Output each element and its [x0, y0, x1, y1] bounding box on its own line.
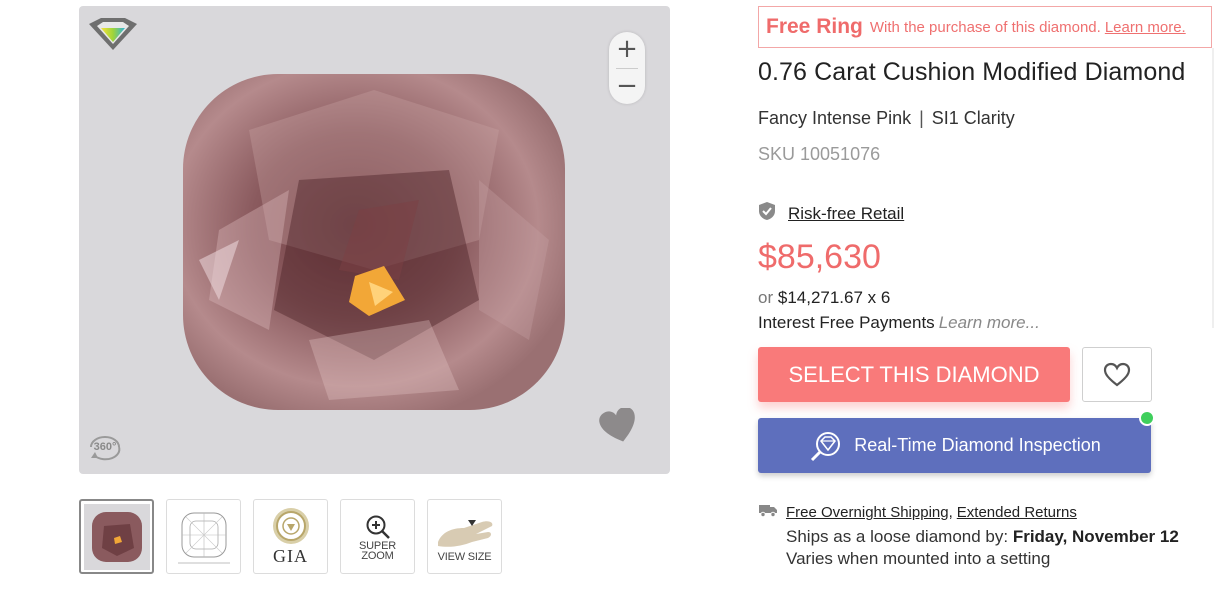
installment-amount: $14,271.67 x 6 — [777, 288, 891, 307]
extended-returns-link[interactable]: Extended Returns — [957, 504, 1077, 521]
thumbnail-strip: GIA SUPER ZOOM VIEW SIZE — [79, 499, 502, 574]
thumbnail-super-zoom[interactable]: SUPER ZOOM — [340, 499, 415, 574]
rotate-360-label: 360° — [94, 441, 117, 453]
promo-text: With the purchase of this diamond. — [869, 18, 1101, 36]
shield-check-icon — [758, 201, 776, 226]
real-time-inspection-button[interactable]: Real-Time Diamond Inspection — [758, 418, 1151, 473]
gia-seal-icon — [272, 508, 309, 544]
brand-diamond-logo-icon — [87, 16, 139, 58]
risk-free-retail: Risk-free Retail — [758, 201, 904, 226]
interest-text: Interest Free Payments — [758, 313, 935, 332]
zoom-in-button[interactable]: + — [609, 32, 645, 68]
thumbnail-diagram[interactable] — [166, 499, 241, 574]
wishlist-button[interactable] — [1082, 347, 1152, 402]
free-overnight-shipping-link[interactable]: Free Overnight Shipping — [786, 504, 949, 521]
sku-number: SKU 10051076 — [758, 144, 881, 164]
interest-free-payments: Interest Free Payments Learn more... — [758, 313, 1040, 333]
interest-learn-more-link[interactable]: Learn more... — [939, 313, 1040, 332]
diamond-image-viewer[interactable]: + − 360° — [79, 6, 670, 474]
panel-divider — [1212, 48, 1214, 328]
clarity-grade: SI1 Clarity — [931, 108, 1015, 128]
gia-label: GIA — [273, 546, 308, 566]
rotate-360-icon[interactable]: 360° — [87, 431, 123, 463]
risk-free-retail-link[interactable]: Risk-free Retail — [788, 204, 904, 224]
diamond-thumbnail-image — [83, 503, 150, 570]
shipping-links-row: Free Overnight Shipping, Extended Return… — [758, 502, 1179, 523]
ships-prefix: Ships as a loose diamond by: — [786, 527, 1009, 546]
free-ring-promo-banner: Free Ring With the purchase of this diam… — [758, 6, 1212, 48]
ships-date: Friday, November 12 — [1012, 527, 1179, 546]
diamond-magnifier-icon — [811, 431, 841, 461]
live-status-indicator — [1139, 410, 1155, 426]
shipping-comma: , — [948, 504, 953, 521]
thumbnail-gia-certificate[interactable]: GIA — [253, 499, 328, 574]
truck-icon — [758, 502, 778, 523]
diamond-diagram-icon — [177, 512, 230, 563]
ships-by-line: Ships as a loose diamond by: Friday, Nov… — [786, 527, 1179, 547]
thumbnail-view-size[interactable]: VIEW SIZE — [427, 499, 502, 574]
zoom-control: + − — [609, 32, 645, 104]
promo-learn-more-link[interactable]: Learn more. — [1105, 19, 1186, 36]
view-size-label: VIEW SIZE — [437, 550, 492, 563]
select-diamond-button[interactable]: SELECT THIS DIAMOND — [758, 347, 1070, 402]
heart-outline-icon — [1103, 362, 1131, 386]
color-grade: Fancy Intense Pink — [758, 108, 912, 128]
product-specs: Fancy Intense Pink | SI1 Clarity — [758, 108, 1015, 129]
heart-icon[interactable] — [599, 407, 639, 444]
installment-or: or — [758, 288, 774, 307]
shipping-info: Free Overnight Shipping, Extended Return… — [758, 502, 1179, 569]
product-price: $85,630 — [758, 238, 881, 276]
zoom-out-button[interactable]: − — [609, 69, 645, 105]
diamond-image — [183, 74, 565, 410]
hand-diamond-icon — [437, 519, 492, 547]
product-title: 0.76 Carat Cushion Modified Diamond — [758, 58, 1186, 86]
promo-title: Free Ring — [766, 15, 863, 38]
super-zoom-label: SUPER ZOOM — [359, 539, 396, 562]
installment-info: or $14,271.67 x 6 — [758, 288, 890, 308]
magnifier-plus-icon — [366, 515, 390, 539]
varies-note: Varies when mounted into a setting — [786, 549, 1051, 568]
spec-separator: | — [919, 108, 924, 128]
thumbnail-diamond-photo[interactable] — [79, 499, 154, 574]
inspection-label: Real-Time Diamond Inspection — [854, 435, 1101, 455]
